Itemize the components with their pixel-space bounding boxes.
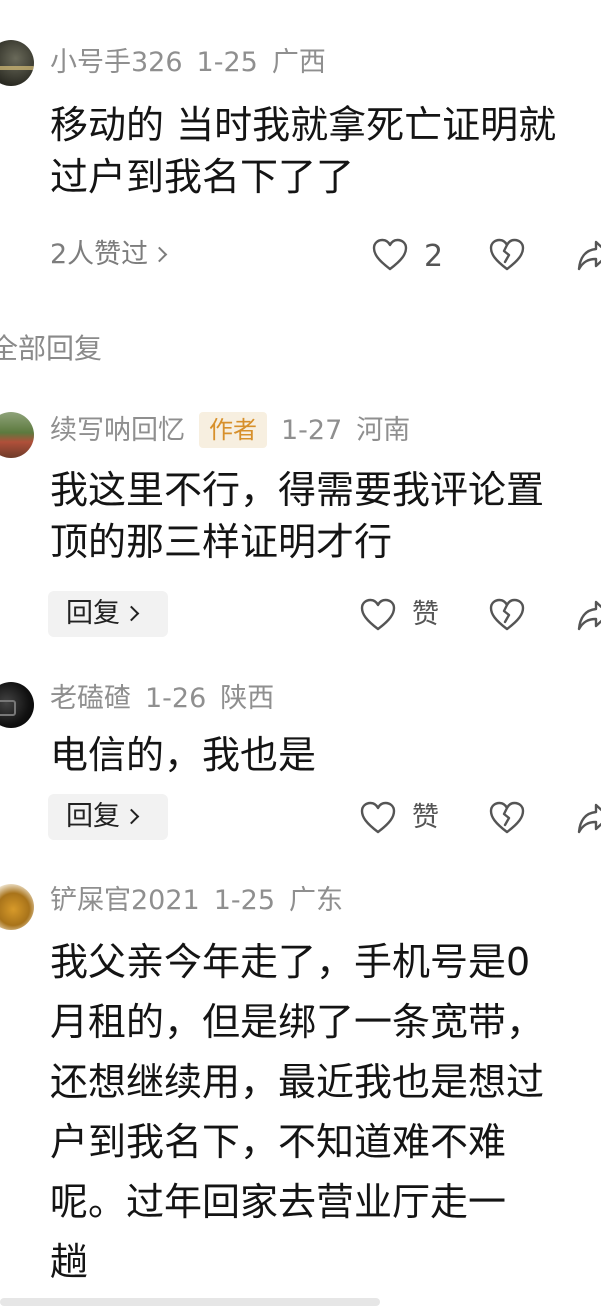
username[interactable]: 铲屎官2021: [50, 885, 200, 916]
avatar[interactable]: [0, 412, 34, 458]
comment-text-line: 移动的 当时我就拿死亡证明就: [50, 103, 557, 147]
comment-location: 广西: [271, 47, 326, 78]
chevron-right-icon: [123, 605, 140, 622]
likers-label: 2人赞过: [50, 239, 149, 270]
comment-meta: 小号手326 1-25 广西: [50, 47, 340, 79]
reply-text: 我父亲今年走了，手机号是0 月租的，但是绑了一条宽带， 还想继续用，最近我也是想…: [50, 932, 544, 1292]
chevron-right-icon: [151, 246, 168, 263]
chevron-right-icon: [123, 808, 140, 825]
bottom-bar: [0, 1298, 380, 1306]
author-badge: 作者: [199, 412, 267, 448]
reply-text-line: 电信的，我也是: [50, 733, 317, 777]
broken-heart-icon[interactable]: [489, 598, 525, 632]
reply-date: 1-26: [145, 683, 207, 714]
avatar[interactable]: [0, 40, 34, 86]
like-label: 赞: [412, 599, 439, 630]
share-arrow-icon[interactable]: [576, 598, 601, 632]
reply-location: 广东: [289, 885, 343, 916]
reply-text-line: 顶的那三样证明才行: [50, 520, 393, 564]
username[interactable]: 老磕碴: [50, 683, 131, 714]
share-arrow-icon[interactable]: [576, 801, 601, 835]
reply-text-line: 我父亲今年走了，手机号是0: [50, 940, 531, 984]
reply-meta: 老磕碴 1-26 陕西: [50, 683, 288, 715]
reply-button-label: 回复: [66, 801, 120, 832]
reply-button-label: 回复: [66, 598, 120, 629]
reply-text: 我这里不行，得需要我评论置 顶的那三样证明才行: [50, 464, 544, 568]
heart-outline-icon[interactable]: [360, 801, 396, 835]
reply-meta: 续写呐回忆 作者 1-27 河南: [50, 412, 424, 448]
reply-text: 电信的，我也是: [50, 729, 316, 781]
broken-heart-icon[interactable]: [489, 238, 525, 272]
username[interactable]: 小号手326: [50, 47, 183, 78]
reply-text-line: 月租的，但是绑了一条宽带，: [50, 1000, 545, 1044]
reply-date: 1-25: [213, 885, 275, 916]
reply-button[interactable]: 回复: [48, 591, 168, 637]
reply-meta: 铲屎官2021 1-25 广东: [50, 885, 357, 917]
reply-date: 1-27: [281, 415, 343, 446]
avatar[interactable]: [0, 682, 34, 728]
reply-location: 陕西: [220, 683, 275, 714]
broken-heart-icon[interactable]: [489, 801, 525, 835]
section-title: 全部回复: [0, 332, 103, 365]
likers-link[interactable]: 2人赞过: [50, 239, 168, 271]
share-arrow-icon[interactable]: [576, 238, 601, 272]
reply-location: 河南: [356, 415, 411, 446]
comment-date: 1-25: [196, 47, 258, 78]
reply-text-line: 还想继续用，最近我也是想过: [50, 1060, 545, 1104]
comment-text-line: 过户到我名下了了: [50, 155, 355, 199]
reply-text-line: 户到我名下，不知道难不难: [50, 1120, 507, 1164]
like-count: 2: [424, 239, 444, 274]
username[interactable]: 续写呐回忆: [50, 415, 185, 446]
comment-text: 移动的 当时我就拿死亡证明就 过户到我名下了了: [50, 99, 556, 203]
heart-outline-icon[interactable]: [360, 598, 396, 632]
reply-text-line: 呢。过年回家去营业厅走一: [50, 1180, 507, 1224]
like-label: 赞: [412, 802, 439, 833]
reply-text-line: 趟: [50, 1240, 89, 1284]
reply-button[interactable]: 回复: [48, 794, 168, 840]
avatar[interactable]: [0, 884, 34, 930]
reply-text-line: 我这里不行，得需要我评论置: [50, 468, 545, 512]
heart-outline-icon[interactable]: [372, 238, 408, 272]
